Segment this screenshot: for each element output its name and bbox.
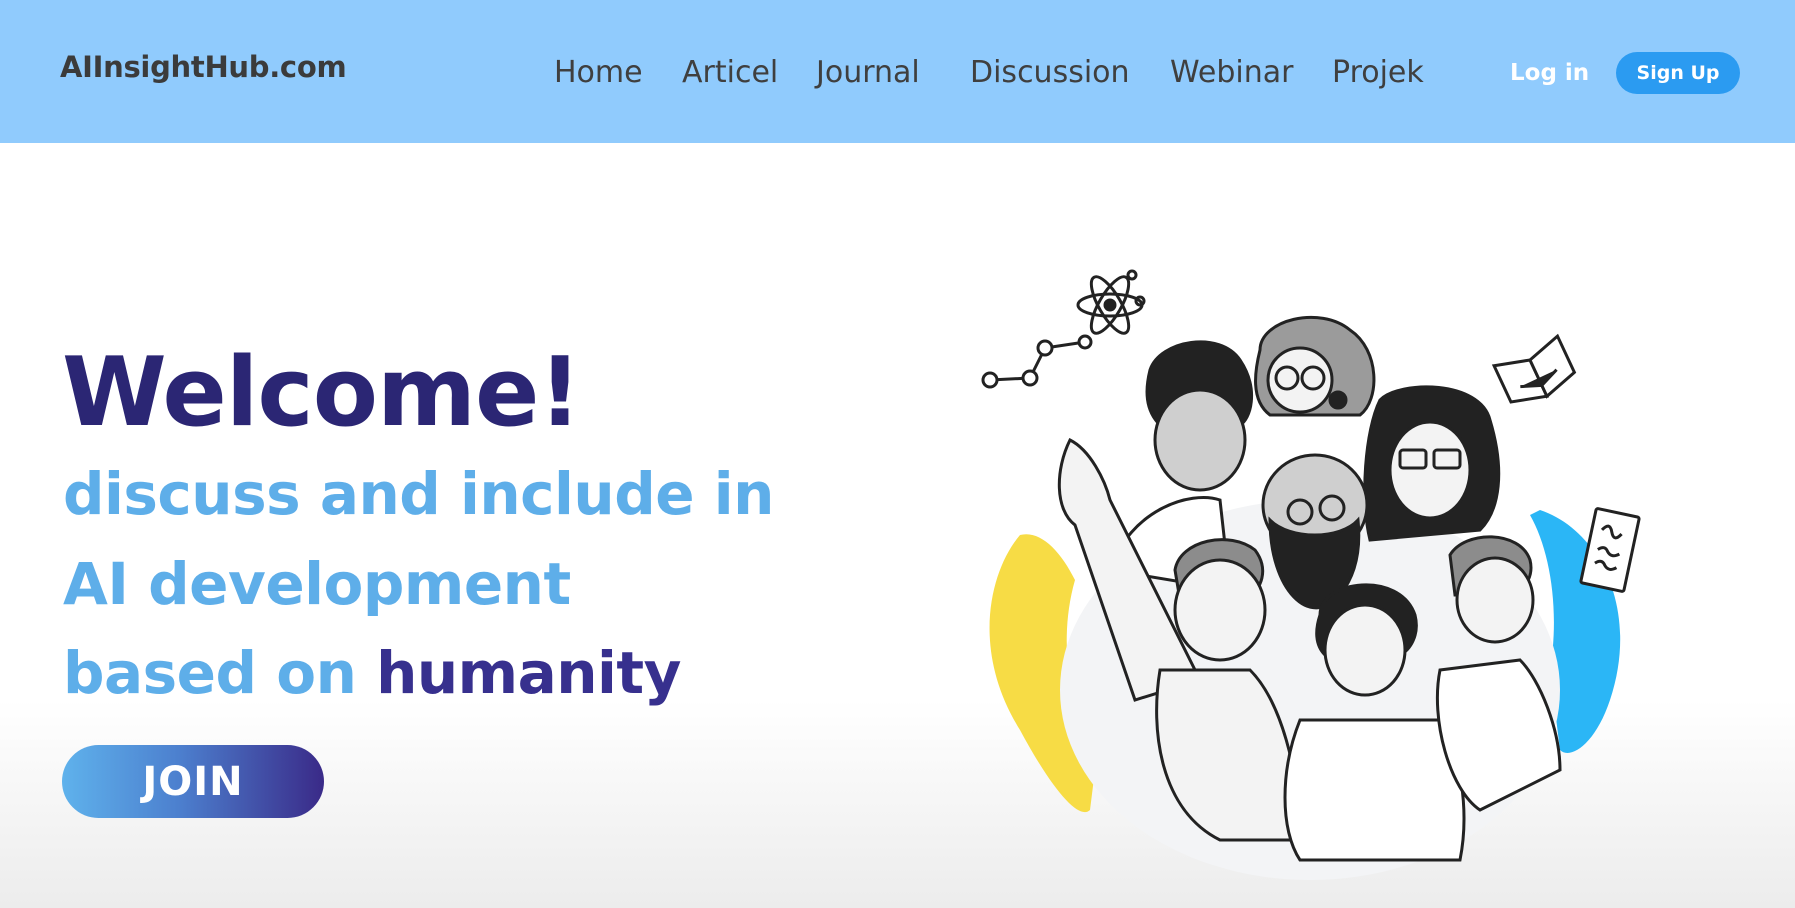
hero-line-1: discuss and include in: [63, 460, 774, 528]
person-woman-wavy-hair: [1363, 385, 1501, 542]
person-woman-glasses-top: [1254, 315, 1376, 417]
document-icon: [1579, 507, 1641, 593]
nav-articel[interactable]: Articel: [682, 53, 778, 93]
hero-title: Welcome!: [62, 338, 582, 448]
molecule-icon: [981, 334, 1093, 389]
brand-logo[interactable]: AIInsightHub.com: [60, 50, 347, 84]
people-group-illustration: [981, 269, 1641, 880]
hero-line-3-prefix: based on: [63, 639, 377, 707]
nav-projek[interactable]: Projek: [1332, 53, 1424, 93]
nav-webinar[interactable]: Webinar: [1170, 53, 1293, 93]
join-button[interactable]: JOIN: [62, 745, 324, 818]
open-book-icon: [1491, 333, 1577, 404]
login-link[interactable]: Log in: [1510, 55, 1589, 91]
hero-line-3-accent: humanity: [376, 639, 681, 707]
nav-discussion[interactable]: Discussion: [970, 53, 1130, 93]
hero-illustration: [960, 250, 1680, 890]
nav-home[interactable]: Home: [554, 53, 643, 93]
signup-button[interactable]: Sign Up: [1616, 52, 1740, 94]
atom-icon: [1076, 269, 1146, 335]
top-navbar: AIInsightHub.com Home Articel Journal Di…: [0, 0, 1795, 143]
hero-line-2: AI development: [63, 550, 571, 618]
hero-line-3: based on humanity: [63, 637, 681, 709]
nav-journal[interactable]: Journal: [816, 53, 920, 93]
